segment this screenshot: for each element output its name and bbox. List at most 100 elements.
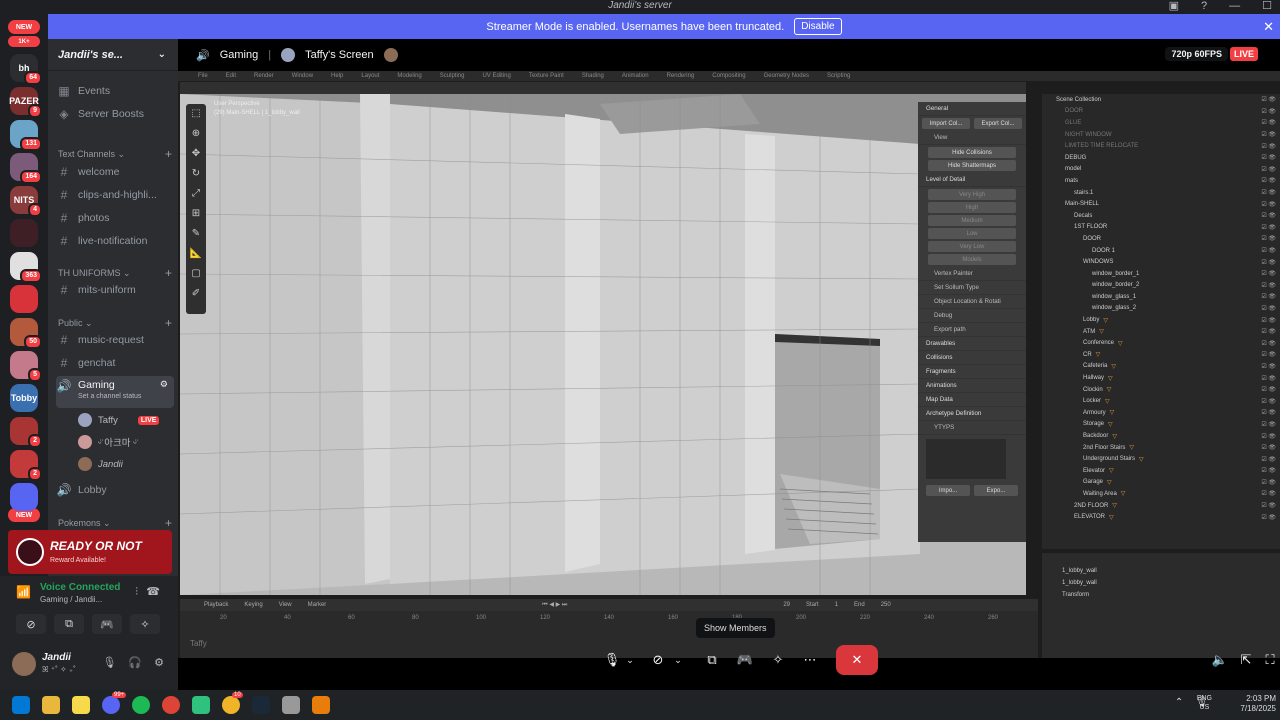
channel-genchat[interactable]: # genchat — [56, 353, 174, 373]
visibility-toggle-icon[interactable]: ☑ 👁 — [1261, 479, 1276, 486]
lod-option[interactable]: Very High — [928, 189, 1016, 200]
headphones-icon[interactable]: 🎧 — [128, 656, 142, 669]
app-icon[interactable] — [282, 696, 300, 714]
add-channel-icon[interactable]: + — [165, 147, 172, 161]
menu-item[interactable]: Render — [254, 73, 274, 79]
panel-row[interactable]: Vertex Painter — [918, 267, 1026, 281]
outliner-row[interactable]: Hallway ▽ ☑ 👁 — [1042, 372, 1280, 384]
menu-item[interactable]: Modeling — [397, 73, 421, 79]
playback-controls[interactable]: ⏮ ◀ ▶ ⏭ — [542, 601, 567, 609]
menu-item[interactable]: Sculpting — [440, 73, 465, 79]
fullscreen-icon[interactable]: ⛶ — [1262, 648, 1278, 672]
screen-share-button[interactable]: ⧉ — [54, 614, 84, 634]
panel-row[interactable]: Fragments — [918, 365, 1026, 379]
channel-live-notification[interactable]: # live-notification — [56, 231, 174, 251]
ytyp-list[interactable] — [926, 439, 1006, 479]
panel-row[interactable]: Set Sollum Type — [918, 281, 1026, 295]
menu-item[interactable]: File — [198, 73, 208, 79]
app-icon[interactable] — [192, 696, 210, 714]
server-icon[interactable]: NITS 4 — [10, 186, 42, 217]
outliner-row[interactable]: Armoury ▽ ☑ 👁 — [1042, 407, 1280, 419]
outliner-row[interactable]: Waiting Area ▽ ☑ 👁 — [1042, 488, 1280, 500]
panel-row[interactable]: Archetype Definition — [918, 407, 1026, 421]
visibility-toggle-icon[interactable]: ☑ 👁 — [1261, 502, 1276, 509]
blender-icon[interactable] — [312, 696, 330, 714]
view-section[interactable]: View — [918, 131, 1026, 145]
visibility-toggle-icon[interactable]: ☑ 👁 — [1261, 224, 1276, 231]
pop-out-icon[interactable]: ⇱ — [1236, 648, 1256, 672]
current-frame[interactable]: 29 — [783, 602, 790, 608]
add-channel-icon[interactable]: + — [165, 316, 172, 330]
menu-item[interactable]: Compositing — [712, 73, 745, 79]
visibility-toggle-icon[interactable]: ☑ 👁 — [1261, 131, 1276, 138]
server-icon[interactable]: 2 — [10, 450, 42, 481]
server-icon[interactable]: 164 — [10, 153, 42, 184]
outliner-row[interactable]: window_border_2 ☑ 👁 — [1042, 280, 1280, 292]
visibility-toggle-icon[interactable]: ☑ 👁 — [1261, 259, 1276, 266]
panel-row[interactable]: Export path — [918, 323, 1026, 337]
visibility-toggle-icon[interactable]: ☑ 👁 — [1261, 154, 1276, 161]
object-data-name[interactable]: 1_lobby_wall — [1042, 577, 1280, 589]
view-menu[interactable]: View — [279, 602, 292, 608]
visibility-toggle-icon[interactable]: ☑ 👁 — [1261, 444, 1276, 451]
visibility-toggle-icon[interactable]: ☑ 👁 — [1261, 490, 1276, 497]
outliner-row[interactable]: ATM ▽ ☑ 👁 — [1042, 326, 1280, 338]
visibility-toggle-icon[interactable]: ☑ 👁 — [1261, 177, 1276, 184]
outliner-row[interactable]: Backdoor ▽ ☑ 👁 — [1042, 430, 1280, 442]
voice-channel-lobby[interactable]: 🔊 Lobby — [56, 480, 174, 500]
3d-viewport[interactable]: User Perspective (29) Main-SHELL | 1_lob… — [180, 94, 1026, 595]
visibility-toggle-icon[interactable]: ☑ 👁 — [1261, 456, 1276, 463]
camera-off-icon[interactable]: ⊘ — [648, 648, 668, 672]
import-button[interactable]: Impo... — [926, 485, 970, 496]
voice-status-label[interactable]: Set a channel status — [78, 393, 141, 400]
visibility-toggle-icon[interactable]: ☑ 👁 — [1261, 351, 1276, 358]
inbox-icon[interactable]: ▣ — [1169, 0, 1179, 12]
visibility-toggle-icon[interactable]: ☑ 👁 — [1261, 293, 1276, 300]
outliner-row[interactable]: Lobby ▽ ☑ 👁 — [1042, 314, 1280, 326]
visibility-toggle-icon[interactable]: ☑ 👁 — [1261, 398, 1276, 405]
chevron-down-icon[interactable]: ⌄ — [624, 648, 636, 672]
server-icon[interactable]: PAZER 9 — [9, 87, 42, 118]
outliner-row[interactable]: window_glass_1 ☑ 👁 — [1042, 291, 1280, 303]
hide-collisions-button[interactable]: Hide Collisions — [928, 147, 1016, 158]
discord-icon[interactable] — [102, 696, 120, 714]
visibility-toggle-icon[interactable]: ☑ 👁 — [1261, 514, 1276, 521]
category-uniforms[interactable]: TH UNIFORMS ⌄ + — [58, 266, 172, 280]
volume-icon[interactable]: 🔈 — [1210, 648, 1230, 672]
channel-mits-uniform[interactable]: # mits-uniform — [56, 280, 174, 300]
server-icon[interactable] — [10, 219, 38, 247]
menu-item[interactable]: Geometry Nodes — [764, 73, 809, 79]
visibility-toggle-icon[interactable]: ☑ 👁 — [1261, 282, 1276, 289]
steam-icon[interactable] — [252, 696, 270, 714]
server-icon[interactable]: bh 64 — [10, 54, 42, 85]
language-indicator[interactable]: ENG US — [1197, 694, 1212, 712]
outliner-row[interactable]: Storage ▽ ☑ 👁 — [1042, 419, 1280, 431]
scale-tool-icon[interactable]: ⤢ — [186, 184, 206, 204]
playback-menu[interactable]: Playback — [204, 602, 228, 608]
gear-icon[interactable]: ⚙ — [154, 656, 164, 669]
server-icon[interactable]: 5 — [10, 351, 42, 382]
server-icon[interactable] — [10, 483, 38, 511]
visibility-toggle-icon[interactable]: ☑ 👁 — [1261, 143, 1276, 150]
menu-item[interactable]: Edit — [226, 73, 236, 79]
menu-item[interactable]: Shading — [582, 73, 604, 79]
voice-user[interactable]: ᵕ̈ 아크마 ᵕ̈ — [78, 435, 137, 449]
outliner-row[interactable]: window_glass_2 ☑ 👁 — [1042, 303, 1280, 315]
outliner-row[interactable]: Underground Stairs ▽ ☑ 👁 — [1042, 453, 1280, 465]
menu-item[interactable]: Window — [292, 73, 313, 79]
chevron-down-icon[interactable]: ⌄ — [672, 648, 684, 672]
category-public[interactable]: Public ⌄ + — [58, 316, 172, 330]
outliner-row[interactable]: Garage ▽ ☑ 👁 — [1042, 477, 1280, 489]
end-frame[interactable]: 250 — [881, 602, 891, 608]
disconnect-button[interactable]: ✕ — [836, 645, 878, 675]
export-col-tab[interactable]: Export Col... — [974, 118, 1022, 129]
outliner-row[interactable]: Elevator ▽ ☑ 👁 — [1042, 465, 1280, 477]
visibility-toggle-icon[interactable]: ☑ 👁 — [1261, 386, 1276, 393]
server-icon[interactable]: 50 — [10, 318, 42, 349]
outliner-row[interactable]: window_border_1 ☑ 👁 — [1042, 268, 1280, 280]
app-icon[interactable] — [222, 696, 240, 714]
panel-row[interactable]: Collisions — [918, 351, 1026, 365]
outliner-row[interactable]: Locker ▽ ☑ 👁 — [1042, 395, 1280, 407]
menu-item[interactable]: Scripting — [827, 73, 850, 79]
visibility-toggle-icon[interactable]: ☑ 👁 — [1261, 201, 1276, 208]
